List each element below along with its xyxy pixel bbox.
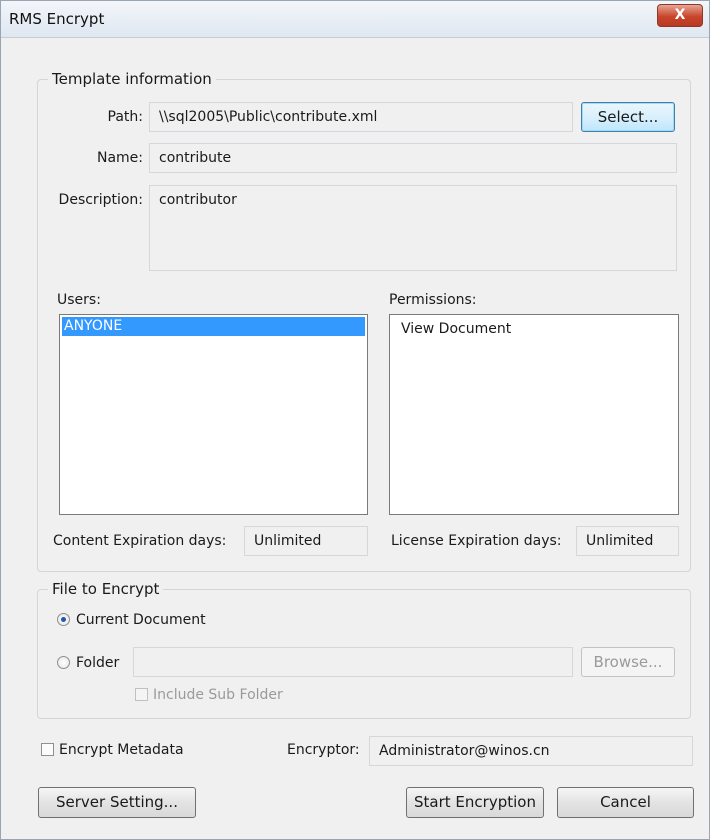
path-label: Path: <box>107 109 143 125</box>
encryptor-field[interactable]: Administrator@winos.cn <box>369 736 693 766</box>
encrypt-metadata-checkbox[interactable] <box>41 743 54 756</box>
path-field[interactable]: \\sql2005\Public\contribute.xml <box>149 102 573 132</box>
permission-item[interactable]: View Document <box>399 320 676 339</box>
users-list[interactable]: ANYONE <box>59 314 368 515</box>
folder-radio[interactable] <box>57 656 70 669</box>
users-label: Users: <box>57 292 101 308</box>
template-information-title: Template information <box>48 70 216 88</box>
folder-path-field[interactable] <box>133 647 573 677</box>
description-field[interactable]: contributor <box>149 185 677 271</box>
description-label: Description: <box>58 192 143 208</box>
permissions-label: Permissions: <box>389 292 477 308</box>
radio-selected-dot <box>61 617 66 622</box>
name-label: Name: <box>96 150 143 166</box>
file-to-encrypt-title: File to Encrypt <box>48 580 164 598</box>
browse-button[interactable]: Browse... <box>581 647 675 677</box>
start-encryption-button[interactable]: Start Encryption <box>406 787 544 818</box>
window-title: RMS Encrypt <box>9 10 105 28</box>
permissions-list[interactable]: View Document <box>389 314 679 515</box>
cancel-button[interactable]: Cancel <box>557 787 694 818</box>
content-expiration-label: Content Expiration days: <box>53 533 227 549</box>
license-expiration-field[interactable]: Unlimited <box>576 526 679 556</box>
include-sub-folder-label[interactable]: Include Sub Folder <box>153 686 283 704</box>
encryptor-label: Encryptor: <box>287 742 360 758</box>
user-item[interactable]: ANYONE <box>62 317 365 336</box>
select-button[interactable]: Select... <box>581 102 675 132</box>
folder-label[interactable]: Folder <box>76 654 119 672</box>
include-sub-folder-checkbox[interactable] <box>135 688 148 701</box>
name-field[interactable]: contribute <box>149 143 677 173</box>
close-icon: X <box>674 7 686 23</box>
content-expiration-field[interactable]: Unlimited <box>244 526 368 556</box>
current-document-radio[interactable] <box>57 613 70 626</box>
title-bar[interactable]: RMS Encrypt X <box>1 1 709 38</box>
close-button[interactable]: X <box>657 4 703 27</box>
rms-encrypt-dialog: RMS Encrypt X Template information Path:… <box>0 0 710 840</box>
license-expiration-label: License Expiration days: <box>391 533 562 549</box>
server-setting-button[interactable]: Server Setting... <box>38 787 196 818</box>
current-document-label[interactable]: Current Document <box>76 611 206 629</box>
encrypt-metadata-label[interactable]: Encrypt Metadata <box>59 741 184 759</box>
